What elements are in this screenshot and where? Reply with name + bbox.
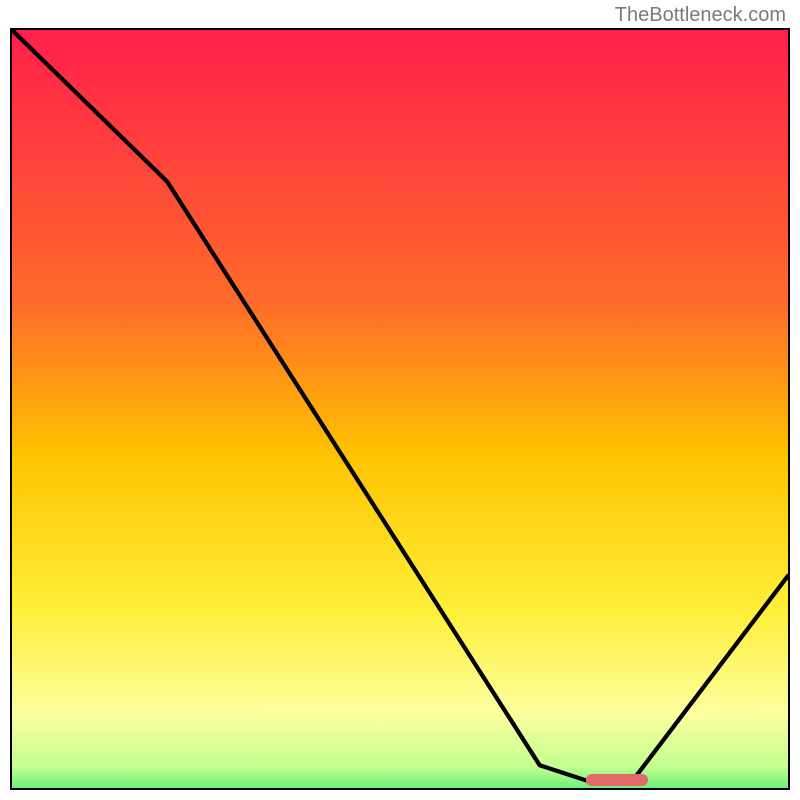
watermark-text: TheBottleneck.com: [615, 4, 786, 27]
chart-frame: [10, 28, 790, 790]
optimum-marker: [586, 774, 648, 786]
bottleneck-curve: [12, 30, 788, 788]
